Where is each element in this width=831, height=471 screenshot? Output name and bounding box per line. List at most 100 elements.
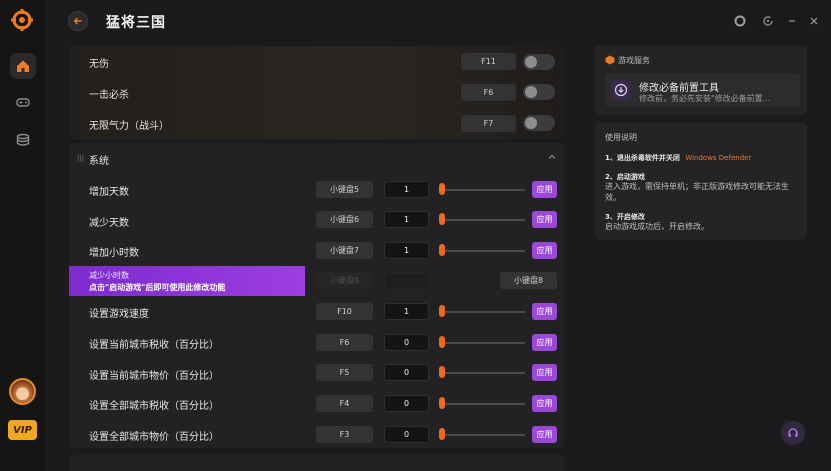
slider-track[interactable] <box>441 372 525 374</box>
arrow-left-icon <box>73 17 82 25</box>
tooltip-feature-name: 减少小时数 <box>89 271 129 280</box>
value-input[interactable]: 1 <box>384 181 429 198</box>
instructions-title: 使用说明 <box>605 133 637 142</box>
hotkey-badge: 小键盘6 <box>316 211 373 228</box>
value-input[interactable]: 1 <box>384 242 429 259</box>
hotkey-badge-faded: 小键盘8 <box>316 272 373 289</box>
cheat-label: 无限气力（战斗） <box>89 121 169 132</box>
value-input[interactable]: 0 <box>384 395 429 412</box>
home-icon <box>17 60 29 72</box>
tool-title: 修改必备前置工具 <box>639 83 719 94</box>
value-input[interactable]: 0 <box>384 364 429 381</box>
apply-button[interactable]: 应用 <box>532 303 557 320</box>
apply-button[interactable]: 应用 <box>532 426 557 443</box>
hotkey-badge: 小键盘5 <box>316 181 373 198</box>
value-input-disabled <box>384 272 429 289</box>
collapse-section-button[interactable] <box>547 152 559 164</box>
game-service-title: 游戏服务 <box>618 56 650 65</box>
value-input[interactable]: 1 <box>384 211 429 228</box>
setting-label: 设置当前城市物价（百分比） <box>89 371 219 382</box>
setting-label: 减少天数 <box>89 218 129 229</box>
slider-track[interactable] <box>441 189 525 191</box>
value-input[interactable]: 0 <box>384 426 429 443</box>
cheat-label: 无伤 <box>89 59 109 70</box>
refresh-icon <box>763 16 773 26</box>
slider-track[interactable] <box>441 342 525 344</box>
setting-label: 设置游戏速度 <box>89 309 149 320</box>
hotkey-badge: F4 <box>316 395 373 412</box>
settings-button[interactable] <box>732 13 748 29</box>
page-title: 猛将三国 <box>106 15 166 31</box>
hotkey-badge: F3 <box>316 426 373 443</box>
app-logo-icon <box>11 9 33 31</box>
next-section-peek <box>69 455 564 471</box>
slider-thumb[interactable] <box>439 305 445 317</box>
setting-label: 设置全部城市税收（百分比） <box>89 401 219 412</box>
hotkey-badge: 小键盘7 <box>316 242 373 259</box>
slider-track[interactable] <box>441 250 525 252</box>
tooltip-message: 点击"启动游戏"后即可使用此修改功能 <box>89 283 226 292</box>
vip-badge-label: VIP <box>13 424 32 436</box>
apply-button[interactable]: 应用 <box>532 334 557 351</box>
gamepad-icon <box>16 98 30 107</box>
step1-heading: 1、退出杀毒软件并关闭 Windows Defender <box>605 153 751 163</box>
hotkey-badge: F5 <box>316 364 373 381</box>
hotkey-badge: F10 <box>316 303 373 320</box>
section-title: 系统 <box>89 156 109 167</box>
step2-text: 进入游戏，需保持单机；非正版游戏修改可能无法生效。 <box>605 182 789 202</box>
hotkey-badge: F11 <box>461 53 516 70</box>
download-icon <box>611 80 631 100</box>
slider-thumb[interactable] <box>439 213 445 225</box>
apply-button[interactable]: 应用 <box>532 211 557 228</box>
apply-button[interactable]: 应用 <box>532 242 557 259</box>
hotkey-badge: 小键盘8 <box>500 272 557 289</box>
slider-track[interactable] <box>441 434 525 436</box>
hotkey-badge: F6 <box>461 84 516 101</box>
cheat-toggle[interactable] <box>523 115 555 131</box>
slider-thumb[interactable] <box>439 336 445 348</box>
nav-home-button[interactable] <box>10 53 36 79</box>
apply-button[interactable]: 应用 <box>532 395 557 412</box>
vip-badge[interactable]: VIP <box>8 420 37 440</box>
headset-icon <box>788 428 798 437</box>
hotkey-badge: F6 <box>316 334 373 351</box>
windows-defender-link[interactable]: Windows Defender <box>685 154 751 162</box>
slider-track[interactable] <box>441 219 525 221</box>
apply-button[interactable]: 应用 <box>532 364 557 381</box>
slider-thumb[interactable] <box>439 366 445 378</box>
back-button[interactable] <box>68 11 88 31</box>
support-button[interactable] <box>781 421 805 445</box>
pin-button[interactable] <box>760 13 776 29</box>
user-avatar[interactable] <box>9 378 36 405</box>
slider-track[interactable] <box>441 403 525 405</box>
minimize-button[interactable] <box>784 13 800 29</box>
cheat-toggle[interactable] <box>523 54 555 70</box>
cheat-toggle[interactable] <box>523 84 555 100</box>
database-icon <box>16 133 30 146</box>
step1-text: 1、退出杀毒软件并关闭 <box>605 154 680 162</box>
setting-label: 设置当前城市税收（百分比） <box>89 340 219 351</box>
circle-icon <box>734 15 746 27</box>
section-grip-icon: ||| <box>77 154 85 162</box>
cheat-label: 一击必杀 <box>89 90 129 101</box>
hotkey-badge: F7 <box>461 115 516 132</box>
service-icon <box>605 55 615 65</box>
close-button[interactable] <box>806 13 822 29</box>
slider-track[interactable] <box>441 311 525 313</box>
minimize-icon <box>789 20 795 22</box>
slider-thumb[interactable] <box>439 244 445 256</box>
tool-description: 修改前，务必先安装"修改必备前置... <box>639 94 771 103</box>
setting-label: 增加小时数 <box>89 248 139 259</box>
close-icon <box>810 17 818 25</box>
slider-thumb[interactable] <box>439 183 445 195</box>
value-input[interactable]: 0 <box>384 334 429 351</box>
nav-games-button[interactable] <box>10 89 36 115</box>
step3-text: 启动游戏成功后，开启修改。 <box>605 222 709 231</box>
nav-library-button[interactable] <box>10 127 36 153</box>
setting-label: 设置全部城市物价（百分比） <box>89 432 219 443</box>
slider-thumb[interactable] <box>439 397 445 409</box>
slider-thumb[interactable] <box>439 428 445 440</box>
value-input[interactable]: 1 <box>384 303 429 320</box>
chevron-up-icon <box>548 154 556 159</box>
apply-button[interactable]: 应用 <box>532 181 557 198</box>
